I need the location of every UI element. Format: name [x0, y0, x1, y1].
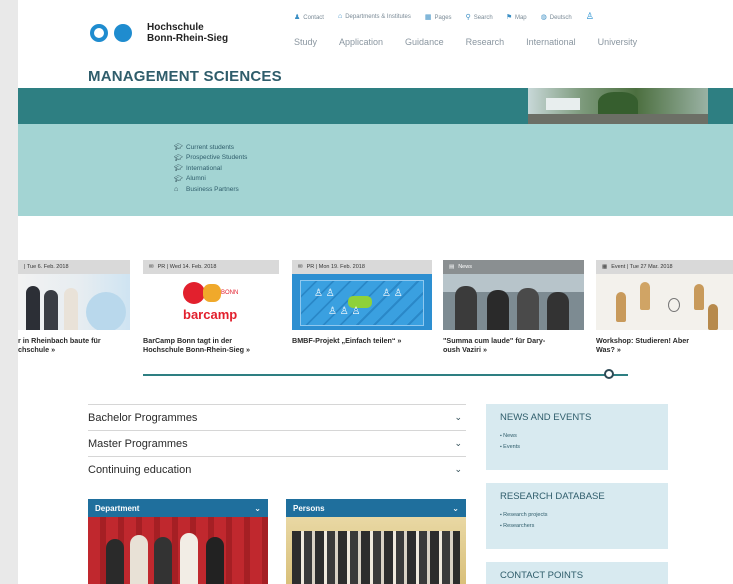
target-groups-list: 🎓︎ Current students 🎓︎ Prospective Student…: [174, 142, 247, 195]
research-projects-link[interactable]: Research projects: [500, 510, 654, 521]
card-meta: | Tue 6. Feb. 2018: [18, 260, 130, 274]
page-title: MANAGEMENT SCIENCES: [88, 68, 282, 85]
news-events-title: NEWS AND EVENTS: [500, 412, 592, 423]
carousel-card[interactable]: ✉ PR | Wed 14. Feb. 2018 BONN barcamp Bar…: [143, 260, 279, 354]
card-image: [596, 274, 733, 330]
carousel-track: [143, 374, 628, 376]
nav-international[interactable]: International: [526, 37, 576, 47]
card-caption[interactable]: BMBF-Projekt „Einfach teilen“ »: [292, 336, 432, 345]
utility-nav: ♟ Contact ⌂ Departments & Institutes ▦ Page…: [294, 11, 608, 22]
search-icon: ⚲: [465, 14, 471, 21]
megaphone-icon: ✉: [149, 264, 154, 270]
department-tile[interactable]: Department ⌄: [88, 499, 268, 584]
nav-university[interactable]: University: [598, 37, 638, 47]
card-caption[interactable]: Workshop: Studieren! Aber Was? »: [596, 336, 733, 354]
campus-photo: [528, 88, 708, 124]
grid-icon: ▦: [424, 14, 432, 21]
map-icon: ⚑: [506, 14, 512, 21]
building-icon: ⌂: [174, 185, 179, 193]
chevron-down-icon: ⌄: [454, 438, 462, 448]
persons-tile-header[interactable]: Persons ⌄: [286, 499, 466, 517]
logo-ring-icon: [90, 24, 108, 42]
card-caption[interactable]: r in Rheinbach baute für chschule »: [18, 336, 130, 354]
card-image: [18, 274, 130, 330]
card-meta: ▦ Event | Tue 27 Mar. 2018: [596, 260, 733, 274]
user-icon[interactable]: ♙: [586, 11, 594, 22]
main-nav: Study Application Guidance Research Inte…: [294, 37, 659, 47]
news-icon: ▤: [449, 264, 455, 270]
barcamp-logo-word: barcamp: [183, 307, 238, 322]
department-tile-header[interactable]: Department ⌄: [88, 499, 268, 517]
carousel-card[interactable]: | Tue 6. Feb. 2018 r in Rheinbach baute …: [18, 260, 130, 354]
utility-pages[interactable]: ▦ Pages: [425, 13, 452, 22]
megaphone-icon: ✉: [298, 264, 303, 270]
graduation-cap-icon: 🎓︎: [174, 154, 183, 162]
utility-map[interactable]: ⚑ Map: [507, 13, 527, 22]
target-groups-panel: [18, 124, 733, 216]
accordion-master[interactable]: Master Programmes ⌄: [88, 430, 466, 456]
nav-guidance[interactable]: Guidance: [405, 37, 444, 47]
people-icon: ♟: [294, 14, 301, 21]
building-icon: ⌂: [337, 13, 343, 20]
card-image: [443, 274, 584, 330]
nav-research[interactable]: Research: [466, 37, 505, 47]
barcamp-logo-city: BONN: [221, 290, 239, 296]
nav-application[interactable]: Application: [339, 37, 383, 47]
utility-language[interactable]: ◍ Deutsch: [541, 13, 572, 22]
group-alumni[interactable]: 🎓︎ Alumni: [174, 174, 247, 185]
researchers-link[interactable]: Researchers: [500, 521, 654, 532]
carousel-card[interactable]: ▤ News "Summa cum laude" für Dary-oush Va…: [443, 260, 584, 354]
university-logo[interactable]: Hochschule Bonn-Rhein-Sieg: [90, 22, 228, 44]
graduation-cap-icon: 🎓︎: [174, 175, 183, 183]
group-current-students[interactable]: 🎓︎ Current students: [174, 142, 247, 153]
news-events-box: NEWS AND EVENTS News Events: [486, 404, 668, 470]
news-link[interactable]: News: [500, 431, 654, 442]
card-image: ♙ ♙ ♙ ♙ ♙ ♙ ♙: [292, 274, 432, 330]
nav-study[interactable]: Study: [294, 37, 317, 47]
graduation-cap-icon: 🎓︎: [174, 144, 183, 152]
logo-dot-icon: [114, 24, 132, 42]
carousel-card[interactable]: ▦ Event | Tue 27 Mar. 2018 Workshop: Stud…: [596, 260, 733, 354]
accordion-continuing[interactable]: Continuing education ⌄: [88, 456, 466, 482]
persons-photo: [286, 517, 466, 584]
globe-icon: ◍: [540, 14, 547, 21]
persons-tile[interactable]: Persons ⌄: [286, 499, 466, 584]
chevron-down-icon: ⌄: [254, 503, 261, 513]
utility-search[interactable]: ⚲ Search: [466, 13, 493, 22]
chevron-down-icon: ⌄: [454, 464, 462, 474]
utility-departments[interactable]: ⌂ Departments & Institutes: [338, 13, 411, 22]
events-link[interactable]: Events: [500, 442, 654, 453]
card-meta: ✉ PR | Mon 19. Feb. 2018: [292, 260, 432, 274]
group-international[interactable]: 🎓︎ International: [174, 163, 247, 174]
carousel-slider-handle[interactable]: [604, 369, 614, 379]
carousel-card[interactable]: ✉ PR | Mon 19. Feb. 2018 ♙ ♙ ♙ ♙ ♙ ♙ ♙ BM…: [292, 260, 432, 345]
graduation-cap-icon: 🎓︎: [174, 165, 183, 173]
logo-text: Hochschule Bonn-Rhein-Sieg: [147, 22, 229, 44]
chevron-down-icon: ⌄: [452, 503, 459, 513]
contact-points-title[interactable]: CONTACT POINTS: [500, 570, 654, 581]
card-meta: ✉ PR | Wed 14. Feb. 2018: [143, 260, 279, 274]
utility-contact[interactable]: ♟ Contact: [294, 13, 324, 22]
accordion-bachelor[interactable]: Bachelor Programmes ⌄: [88, 404, 466, 430]
group-prospective-students[interactable]: 🎓︎ Prospective Students: [174, 153, 247, 164]
card-caption[interactable]: BarCamp Bonn tagt in der Hochschule Bonn-…: [143, 336, 279, 354]
department-photo: [88, 517, 268, 584]
card-image: BONN barcamp: [143, 274, 279, 330]
group-business-partners[interactable]: ⌂ Business Partners: [174, 184, 247, 195]
research-database-box: RESEARCH DATABASE Research projects Rese…: [486, 483, 668, 549]
card-meta: ▤ News: [443, 260, 584, 274]
research-database-title: RESEARCH DATABASE: [500, 491, 605, 502]
calendar-icon: ▦: [602, 264, 608, 270]
contact-points-box: CONTACT POINTS: [486, 562, 668, 584]
chevron-down-icon: ⌄: [454, 412, 462, 422]
page: Hochschule Bonn-Rhein-Sieg ♟ Contact ⌂ Dep…: [18, 0, 733, 584]
card-caption[interactable]: "Summa cum laude" für Dary-oush Vaziri »: [443, 336, 584, 354]
